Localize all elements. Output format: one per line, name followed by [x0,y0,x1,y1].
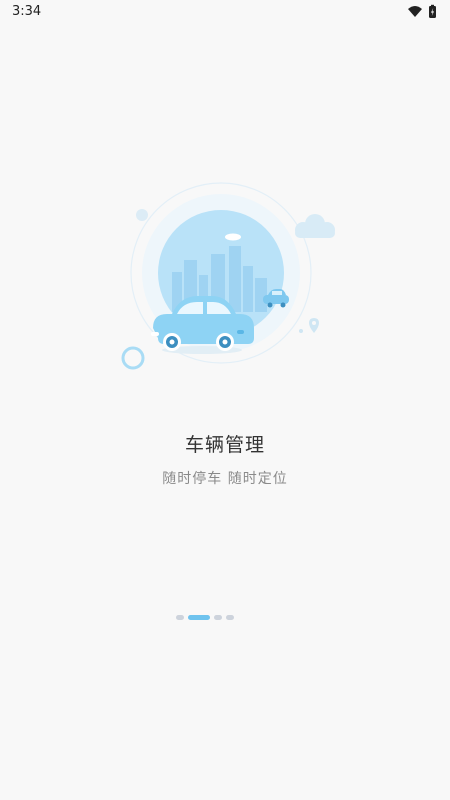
onboarding-title: 车辆管理 [184,434,265,456]
page-dot [214,614,222,620]
battery-icon [429,4,436,18]
page-dot [188,614,210,620]
cloud-icon [295,214,335,238]
status-time: 3:34 [12,4,42,19]
location-pin-icon [299,318,319,333]
page-dot [226,614,234,620]
status-icons [408,4,436,18]
page-indicator [176,614,234,620]
wifi-icon [408,6,422,17]
onboarding-subtitle: 随时停车 随时定位 [162,471,288,487]
bubble-icon [136,209,148,221]
status-bar: 3:34 [0,0,450,24]
small-cloud [225,233,241,241]
ring-icon [121,346,145,370]
page-dot [176,614,184,620]
car-illustration [121,182,335,370]
